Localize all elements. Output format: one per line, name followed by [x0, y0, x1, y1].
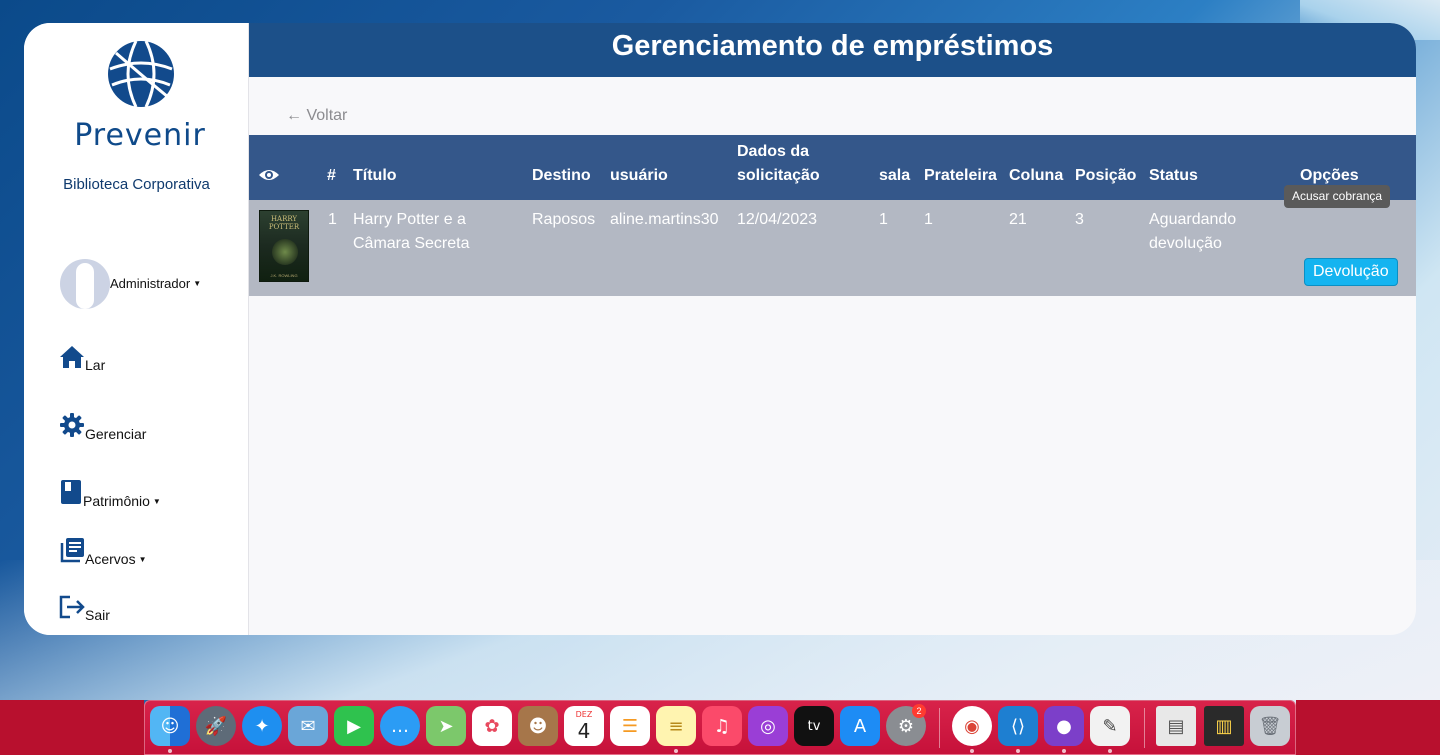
contacts-icon[interactable]: ☻	[518, 706, 558, 746]
header-status: Status	[1149, 167, 1198, 184]
nav-item-logout[interactable]: Sair	[59, 595, 110, 623]
running-indicator	[1062, 749, 1066, 753]
logo-text: Prevenir	[74, 118, 206, 153]
header-user: usuário	[610, 167, 668, 184]
cell-position: 3	[1075, 211, 1084, 228]
user-name: Administrador ▼	[110, 275, 202, 291]
calendar-day: 4	[577, 719, 591, 743]
loans-table: # Título Destino usuário Dados da solici…	[249, 135, 1416, 296]
header-title: Título	[353, 167, 397, 184]
launchpad-icon[interactable]: 🚀	[196, 706, 236, 746]
book-cover-author: J.K. ROWLING	[270, 273, 298, 278]
table-row: HARRY POTTER J.K. ROWLING 1 Harry Potter…	[249, 200, 1416, 296]
main-content: Gerenciamento de empréstimos ← Voltar # …	[249, 23, 1416, 635]
table-header: # Título Destino usuário Dados da solici…	[249, 135, 1416, 200]
book-cover-image[interactable]: HARRY POTTER J.K. ROWLING	[259, 210, 309, 282]
cell-shelf: 1	[924, 211, 933, 228]
nav-item-collections[interactable]: Acervos ▼	[59, 537, 147, 567]
cell-destination: Raposos	[532, 211, 596, 228]
notes-icon[interactable]: ≡	[656, 706, 696, 746]
app-window: Prevenir Biblioteca Corporativa Administ…	[24, 23, 1416, 635]
running-indicator	[674, 749, 678, 753]
caret-down-icon: ▼	[193, 278, 202, 288]
maps-icon[interactable]: ➤	[426, 706, 466, 746]
app-store-icon[interactable]: A	[840, 706, 880, 746]
dock-backdrop-left	[0, 700, 144, 755]
document-thumbnail-icon[interactable]: ▤	[1156, 706, 1196, 746]
nav-label-home: Lar	[85, 357, 106, 373]
cell-user: aline.martins30	[610, 211, 719, 228]
user-menu[interactable]: Administrador ▼	[60, 259, 201, 309]
textedit-icon[interactable]: ✎	[1090, 706, 1130, 746]
cell-title: Harry Potter e a Câmara Secreta	[353, 211, 470, 252]
cell-status: Aguardando devolução	[1149, 211, 1237, 252]
nav-item-patrimony[interactable]: Patrimônio ▼	[59, 479, 161, 509]
nav-label-manage: Gerenciar	[85, 426, 147, 442]
caret-down-icon: ▼	[152, 497, 161, 506]
podcasts-icon[interactable]: ◎	[748, 706, 788, 746]
avatar	[60, 259, 110, 309]
messages-icon[interactable]: …	[380, 706, 420, 746]
running-indicator	[970, 749, 974, 753]
nav-label-patrimony: Patrimônio ▼	[83, 493, 161, 509]
apple-tv-icon[interactable]: tv	[794, 706, 834, 746]
sidebar: Prevenir Biblioteca Corporativa Administ…	[24, 23, 249, 635]
dock-separator	[1144, 708, 1145, 748]
cell-room: 1	[879, 211, 888, 228]
tooltip: Acusar cobrança	[1284, 185, 1391, 208]
logout-icon	[59, 595, 85, 619]
safari-icon[interactable]: ✦	[242, 706, 282, 746]
terminal-thumbnail-icon[interactable]: ▥	[1204, 706, 1244, 746]
header-shelf: Prateleira	[924, 167, 997, 184]
nav-item-manage[interactable]: Gerenciar	[59, 412, 146, 442]
facetime-icon[interactable]: ▶	[334, 706, 374, 746]
library-subtitle: Biblioteca Corporativa	[63, 176, 210, 193]
header-destination: Destino	[532, 167, 591, 184]
caret-down-icon: ▼	[138, 555, 147, 564]
mail-icon[interactable]: ✉	[288, 706, 328, 746]
page-header: Gerenciamento de empréstimos	[249, 23, 1416, 77]
back-link[interactable]: ← Voltar	[286, 107, 347, 125]
chrome-icon[interactable]: ◉	[952, 706, 992, 746]
cell-column: 21	[1009, 211, 1027, 228]
nav-label-logout: Sair	[85, 607, 110, 623]
apple-tv-label: tv	[807, 718, 821, 734]
dock-backdrop-right	[1296, 700, 1440, 755]
cell-date: 12/04/2023	[737, 211, 818, 228]
header-position: Posição	[1075, 167, 1137, 184]
header-room: sala	[879, 167, 911, 184]
dock-separator	[939, 708, 940, 748]
calendar-icon[interactable]: DEZ 4	[564, 706, 604, 746]
notification-badge: 2	[912, 704, 926, 718]
music-icon[interactable]: ♫	[702, 706, 742, 746]
page-title: Gerenciamento de empréstimos	[611, 29, 1054, 62]
book-cover-title: HARRY POTTER	[268, 215, 300, 231]
header-request-data: Dados da solicitação	[737, 143, 820, 184]
github-desktop-icon[interactable]: ●	[1044, 706, 1084, 746]
nav-item-home[interactable]: Lar	[59, 345, 105, 373]
running-indicator	[168, 749, 172, 753]
return-button[interactable]: Devolução	[1304, 258, 1398, 286]
book-cover-art	[272, 239, 298, 265]
gear-icon	[60, 413, 84, 437]
book-icon	[61, 480, 81, 504]
cell-number: 1	[328, 211, 337, 228]
eye-icon	[259, 170, 279, 180]
globe-logo-icon	[108, 40, 174, 108]
home-icon	[60, 346, 84, 368]
running-indicator	[1016, 749, 1020, 753]
library-icon	[60, 538, 84, 563]
finder-icon[interactable]: ☺	[150, 706, 190, 746]
header-number: #	[327, 167, 336, 184]
nav-label-collections: Acervos ▼	[85, 551, 147, 567]
vscode-icon[interactable]: ⟨⟩	[998, 706, 1038, 746]
header-column: Coluna	[1009, 167, 1064, 184]
trash-icon[interactable]: 🗑	[1250, 706, 1290, 746]
reminders-icon[interactable]: ☰	[610, 706, 650, 746]
running-indicator	[1108, 749, 1112, 753]
photos-icon[interactable]: ✿	[472, 706, 512, 746]
